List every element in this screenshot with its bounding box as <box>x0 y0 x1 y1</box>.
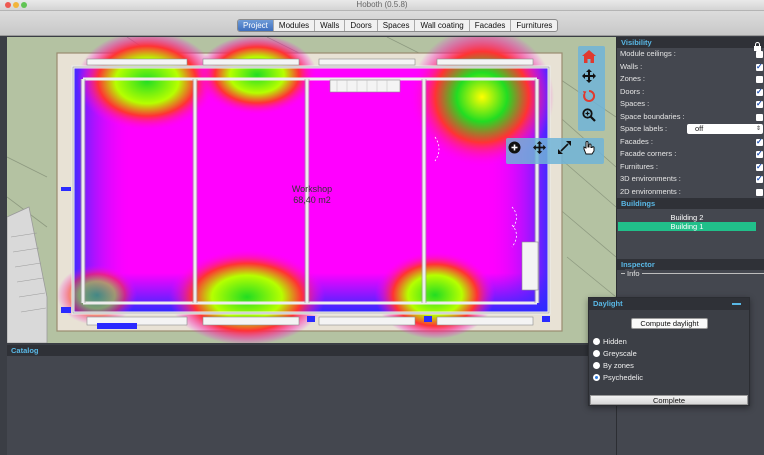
visibility-header[interactable]: Visibility <box>617 37 764 48</box>
daylight-dialog: Daylight Compute daylight Hidden Greysca… <box>588 297 750 406</box>
tab-modules[interactable]: Modules <box>274 20 316 31</box>
visibility-row: 2D environments : <box>617 186 764 199</box>
buildings-header[interactable]: Buildings <box>617 198 764 209</box>
radio-psychedelic[interactable]: Psychedelic <box>593 372 643 383</box>
tab-project[interactable]: Project <box>238 20 274 31</box>
radio-hidden[interactable]: Hidden <box>593 336 627 347</box>
visibility-row: 3D environments : <box>617 173 764 186</box>
visibility-label: Furnitures : <box>620 161 658 171</box>
visibility-checkbox[interactable] <box>756 148 763 161</box>
move-tool-icon[interactable] <box>533 141 553 161</box>
visibility-row: Spaces : <box>617 98 764 111</box>
visibility-label: Walls : <box>620 61 643 71</box>
visibility-row: Zones : <box>617 73 764 86</box>
tab-spaces[interactable]: Spaces <box>378 20 416 31</box>
rotate-icon[interactable] <box>582 89 601 107</box>
visibility-checkbox[interactable] <box>756 98 763 111</box>
home-icon[interactable] <box>582 50 601 68</box>
navigation-pad <box>578 46 605 131</box>
visibility-checkbox[interactable] <box>756 136 763 148</box>
radio-by-zones[interactable]: By zones <box>593 360 634 371</box>
tab-facades[interactable]: Facades <box>470 20 512 31</box>
zoom-icon[interactable] <box>582 108 601 126</box>
mode-tabs: Project Modules Walls Doors Spaces Wall … <box>237 19 559 32</box>
toolbar: Project Modules Walls Doors Spaces Wall … <box>0 11 764 36</box>
catalog-panel: Catalog <box>7 345 616 455</box>
visibility-checkbox[interactable] <box>756 61 763 73</box>
title-bar: Hoboth (0.5.8) <box>0 0 764 11</box>
move-icon[interactable] <box>582 69 601 87</box>
room-area: 68,40 m2 <box>293 195 331 205</box>
tab-doors[interactable]: Doors <box>345 20 378 31</box>
visibility-label: Space boundaries : <box>620 111 685 121</box>
radio-dot <box>593 350 600 357</box>
room-name: Workshop <box>291 184 333 194</box>
visibility-label: 3D environments : <box>620 174 681 183</box>
visibility-label: Facades : <box>620 136 653 146</box>
radio-label: By zones <box>603 361 634 370</box>
visibility-label: Doors : <box>620 86 645 96</box>
visibility-label: Zones : <box>620 74 646 83</box>
info-label: Info <box>625 269 642 278</box>
tab-walls[interactable]: Walls <box>315 20 346 31</box>
compute-daylight-button[interactable]: Compute daylight <box>631 318 708 329</box>
radio-dot-selected <box>593 374 600 381</box>
plan-viewport[interactable]: Workshop 68,40 m2 <box>7 37 616 343</box>
visibility-label: Facade corners : <box>620 149 677 158</box>
resize-icon[interactable] <box>558 141 578 161</box>
lock-icon[interactable] <box>754 38 761 51</box>
visibility-row: Walls : <box>617 61 764 73</box>
visibility-row: Space labels : off ⇕ <box>617 123 764 136</box>
app-window: Hoboth (0.5.8) Project Modules Walls Doo… <box>0 0 764 455</box>
neighbour-building <box>7 206 48 343</box>
tab-wall-coating[interactable]: Wall coating <box>415 20 470 31</box>
visibility-row: Module ceilings : <box>617 48 764 61</box>
visibility-row: Facade corners : <box>617 148 764 161</box>
radio-label: Psychedelic <box>603 373 644 382</box>
radio-label: Hidden <box>603 337 627 346</box>
minimize-icon[interactable] <box>732 303 741 305</box>
space-labels-select[interactable]: off ⇕ <box>687 124 763 134</box>
info-divider <box>621 273 764 274</box>
building-item-2[interactable]: Building 2 <box>618 213 756 222</box>
window-title: Hoboth (0.5.8) <box>356 0 408 9</box>
visibility-checkbox[interactable] <box>756 76 763 83</box>
visibility-row: Doors : <box>617 86 764 98</box>
visibility-checkbox[interactable] <box>756 113 763 121</box>
visibility-row: Furnitures : <box>617 161 764 173</box>
visibility-label: Space labels : <box>620 124 668 133</box>
catalog-header[interactable]: Catalog <box>7 345 616 356</box>
visibility-label: Module ceilings : <box>620 49 676 58</box>
building-item-1[interactable]: Building 1 <box>618 222 756 231</box>
visibility-label: 2D environments : <box>620 186 681 196</box>
complete-progress-bar: Complete <box>590 395 748 405</box>
radio-dot <box>593 338 600 345</box>
select-arrows-icon: ⇕ <box>755 126 761 132</box>
visibility-row: Space boundaries : <box>617 111 764 124</box>
select-value: off <box>695 124 704 133</box>
visibility-checkbox[interactable] <box>756 173 763 186</box>
radio-greyscale[interactable]: Greyscale <box>593 348 637 359</box>
radio-label: Greyscale <box>603 349 637 358</box>
edit-tool-pad <box>506 138 604 164</box>
visibility-checkbox[interactable] <box>756 86 763 98</box>
daylight-title: Daylight <box>593 299 623 308</box>
visibility-checkbox[interactable] <box>756 188 763 196</box>
radio-dot <box>593 362 600 369</box>
visibility-row: Facades : <box>617 136 764 148</box>
room-label: Workshop 68,40 m2 <box>277 184 347 206</box>
visibility-label: Spaces : <box>620 99 650 108</box>
tab-furnitures[interactable]: Furnitures <box>511 20 557 31</box>
visibility-checkbox[interactable] <box>756 161 763 173</box>
hand-icon[interactable] <box>582 141 602 161</box>
visibility-checkbox[interactable] <box>756 51 763 58</box>
add-icon[interactable] <box>508 141 528 161</box>
daylight-header: Daylight <box>589 298 749 310</box>
